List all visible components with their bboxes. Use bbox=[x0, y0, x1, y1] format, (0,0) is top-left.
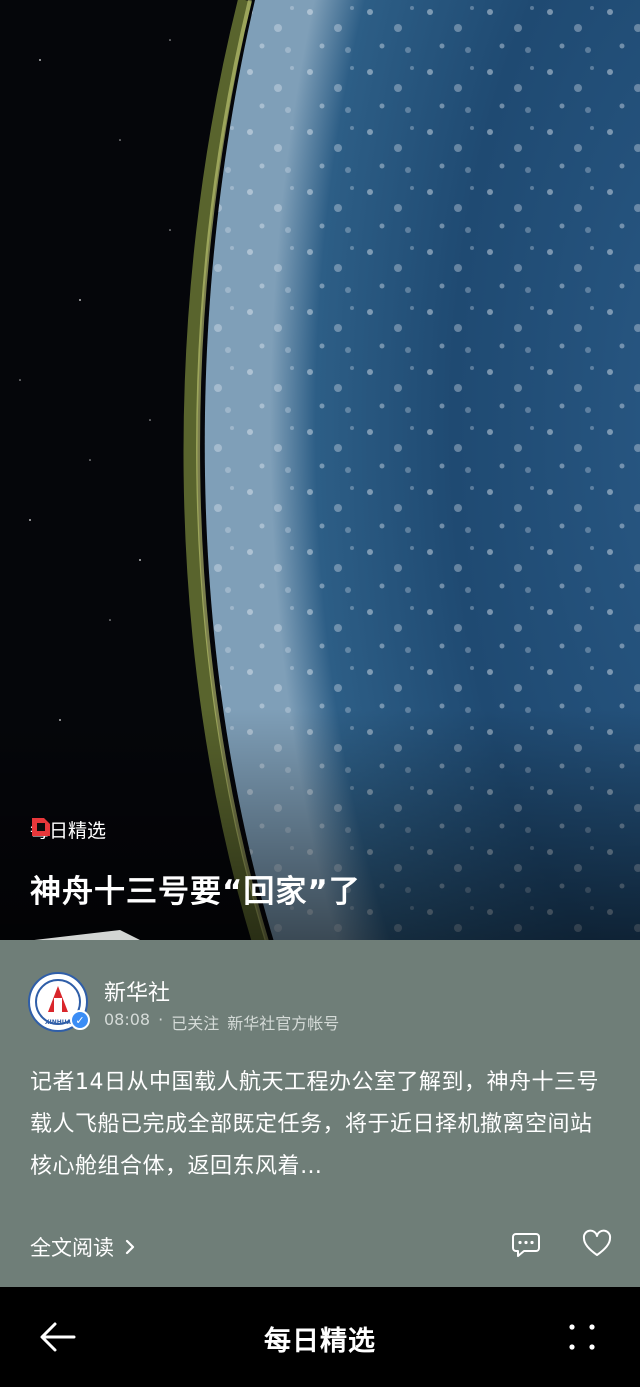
more-dots-icon[interactable] bbox=[564, 1319, 600, 1355]
post-body[interactable]: 记者14日从中国载人航天工程办公室了解到，神舟十三号载人飞船已完成全部既定任务，… bbox=[30, 1062, 614, 1188]
post-meta: 08:08 · 已关注 新华社官方帐号 bbox=[104, 1010, 339, 1034]
follow-status[interactable]: 已关注 bbox=[171, 1010, 219, 1034]
read-full-button[interactable]: 全文阅读 bbox=[30, 1232, 136, 1262]
section-label: 每日精选 bbox=[30, 816, 106, 843]
post-time: 08:08 bbox=[104, 1010, 151, 1029]
hero-image[interactable]: 每日精选 神舟十三号要“回家”了 bbox=[0, 0, 640, 945]
heart-icon[interactable] bbox=[581, 1228, 613, 1260]
comment-icon[interactable] bbox=[510, 1228, 542, 1260]
read-full-label: 全文阅读 bbox=[30, 1236, 114, 1260]
svg-text:XINHUA: XINHUA bbox=[45, 1019, 72, 1026]
navbar-title: 每日精选 bbox=[264, 1326, 376, 1357]
earth-photo bbox=[0, 0, 640, 945]
bottom-navbar: 每日精选 bbox=[0, 1287, 640, 1387]
chevron-right-icon bbox=[125, 1239, 135, 1255]
article-title[interactable]: 神舟十三号要“回家”了 bbox=[30, 866, 361, 911]
author-name[interactable]: 新华社 bbox=[104, 975, 170, 1007]
daily-pick-logo-icon bbox=[32, 818, 50, 836]
meta-separator: · bbox=[158, 1010, 164, 1029]
verified-icon: ✓ bbox=[70, 1010, 90, 1030]
account-type: 新华社官方帐号 bbox=[227, 1014, 340, 1033]
